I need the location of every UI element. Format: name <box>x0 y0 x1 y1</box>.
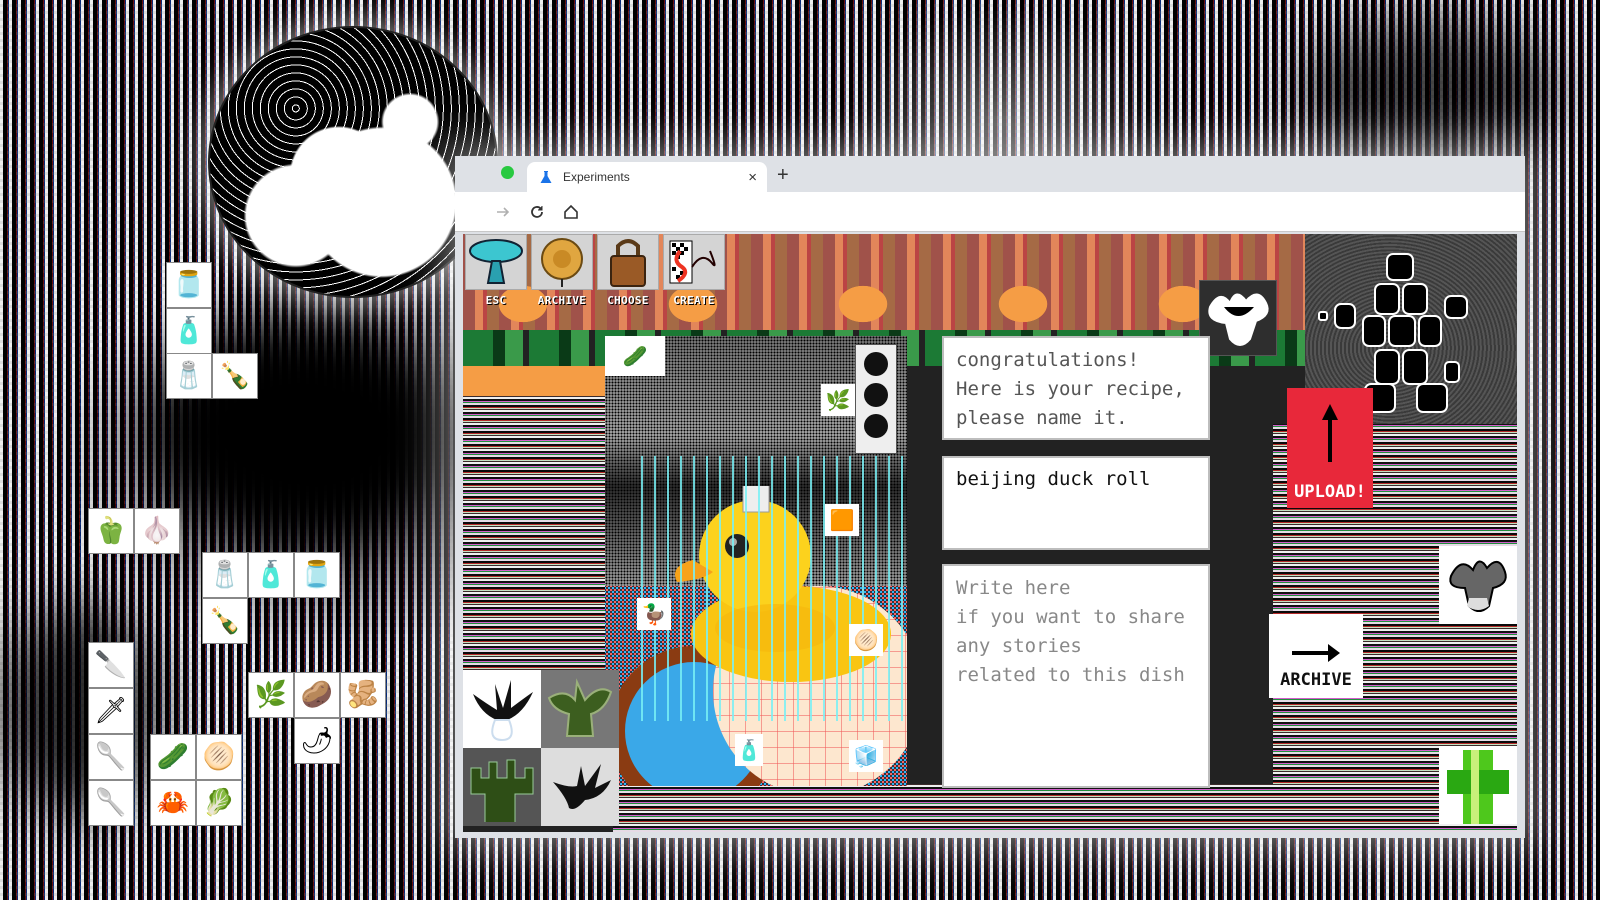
garlic-icon[interactable]: 🧄 <box>134 508 180 554</box>
archive-button[interactable]: ARCHIVE <box>1269 614 1363 698</box>
crab-icon[interactable]: 🦀 <box>150 780 196 826</box>
app-nav: ESC ARCHIVE CHOOSE CREATE <box>463 234 727 310</box>
salt-bag-icon[interactable]: 🧂 <box>166 353 212 399</box>
nav-archive-button[interactable]: ARCHIVE <box>529 234 595 310</box>
red-chili-icon[interactable]: 🌶 <box>294 718 340 764</box>
scallion-icon[interactable]: 🌿 <box>248 672 294 718</box>
dragon-card-icon <box>669 240 716 284</box>
pancake-icon[interactable]: 🫓 <box>849 624 883 656</box>
potato-icon[interactable]: 🥔 <box>294 672 340 718</box>
tab-strip: Experiments × + <box>455 156 1525 192</box>
recipe-collage: 🥒 🌿 🟧 🦆 🫓 🧴 🧊 <box>605 336 907 786</box>
flower-sketch-thumbnail[interactable] <box>1439 546 1517 624</box>
sauce-jar-icon[interactable]: 🫙 <box>166 262 212 308</box>
cucumber-icon[interactable]: 🥒 <box>150 734 196 780</box>
browser-window: Experiments × + ESC ARCHIVE CHOOSE CREAT… <box>455 156 1525 838</box>
story-placeholder-line: any stories <box>956 635 1082 657</box>
flower-sketch-icon <box>1449 560 1507 612</box>
oven-icon[interactable]: 🟧 <box>825 504 859 536</box>
cleaver-blade-icon[interactable]: 🗡 <box>88 688 134 734</box>
spatula-icon[interactable]: 🥄 <box>88 734 134 780</box>
oil-bottle-icon[interactable]: 🧴 <box>166 308 212 354</box>
pancake-icon[interactable]: 🫓 <box>196 734 242 780</box>
tab-title: Experiments <box>563 170 630 184</box>
bok-choy-icon[interactable]: 🥬 <box>196 780 242 826</box>
green-peppers-icon[interactable]: 🫑 <box>88 508 134 554</box>
nav-archive-label: ARCHIVE <box>537 294 587 307</box>
sauce-jar-icon[interactable]: 🫙 <box>294 552 340 598</box>
oil-bottle-icon[interactable]: 🧴 <box>735 734 763 766</box>
bok-choy-silhouette-icon <box>547 678 613 737</box>
flower-silhouette-icon <box>1208 293 1269 346</box>
congrats-line: congratulations! <box>956 349 1140 371</box>
nav-choose-button[interactable]: CHOOSE <box>595 234 661 310</box>
background-shadow <box>0 600 160 820</box>
story-textarea[interactable]: Write here if you want to share any stor… <box>942 564 1210 788</box>
congrats-line: Here is your recipe, <box>956 378 1185 400</box>
ladle-icon[interactable]: 🥄 <box>88 780 134 826</box>
ghost-figure-panel <box>1199 280 1277 356</box>
cucumber-icon[interactable]: 🥒 <box>605 336 665 376</box>
tab-experiments[interactable]: Experiments × <box>527 162 767 192</box>
green-figure-icon <box>1447 750 1509 824</box>
browser-toolbar <box>455 192 1525 232</box>
forward-button[interactable] <box>493 202 513 222</box>
reload-icon <box>531 205 543 218</box>
nav-choose-label: CHOOSE <box>607 294 649 307</box>
salt-bag-icon[interactable]: 🧂 <box>202 552 248 598</box>
story-placeholder-line: Write here <box>956 577 1071 599</box>
nav-create-label: CREATE <box>673 294 715 307</box>
right-arrow-icon <box>1292 644 1340 662</box>
lamp-icon <box>469 239 523 284</box>
background-shadow <box>1300 20 1560 160</box>
congrats-line: please name it. <box>956 407 1128 429</box>
close-tab-icon[interactable]: × <box>748 169 757 186</box>
pixel-cactus-icon <box>470 759 534 822</box>
congrats-message: congratulations! Here is your recipe, pl… <box>942 336 1210 440</box>
window-maximize-dot[interactable] <box>501 166 514 179</box>
home-icon <box>564 204 578 219</box>
plant-silhouette-icon <box>473 680 533 742</box>
green-figure-thumbnail[interactable] <box>1439 746 1517 824</box>
upload-label: UPLOAD! <box>1294 482 1366 502</box>
upload-button[interactable]: UPLOAD! <box>1287 388 1373 508</box>
up-arrow-icon <box>1322 404 1338 462</box>
nav-create-button[interactable]: CREATE <box>661 234 727 310</box>
recipe-name-input[interactable]: beijing duck roll <box>942 456 1210 550</box>
bottom-glitch-panel <box>613 784 1443 832</box>
page-viewport: ESC ARCHIVE CHOOSE CREATE 🥒 🌿 🟧 🦆 🫓 🧴 🧊 … <box>463 234 1517 832</box>
archive-label: ARCHIVE <box>1280 670 1352 690</box>
padlock-icon <box>610 239 646 287</box>
story-placeholder-line: related to this dish <box>956 664 1185 686</box>
nav-esc-button[interactable]: ESC <box>463 234 529 310</box>
duck-icon[interactable]: 🦆 <box>637 598 671 630</box>
left-glitch-panel <box>463 396 613 678</box>
nav-esc-label: ESC <box>485 294 507 307</box>
pixel-plant-thumbnail[interactable] <box>463 748 541 826</box>
flask-icon <box>540 171 552 183</box>
ginger-icon[interactable]: 🫚 <box>340 672 386 718</box>
oil-bottle-icon[interactable]: 🧴 <box>248 552 294 598</box>
inverted-plant-thumbnail[interactable] <box>463 670 541 748</box>
mooncake-icon <box>541 238 583 287</box>
home-button[interactable] <box>561 202 581 222</box>
green-plant-thumbnail[interactable] <box>541 670 619 748</box>
sugar-cubes-icon[interactable]: 🧊 <box>849 740 883 772</box>
ink-splash-icon <box>553 764 611 809</box>
cleaver-icon[interactable]: 🔪 <box>88 642 134 688</box>
scallion-icon[interactable]: 🌿 <box>821 384 855 416</box>
story-placeholder-line: if you want to share <box>956 606 1185 628</box>
ink-plant-thumbnail[interactable] <box>541 748 619 826</box>
forward-arrow-icon <box>497 206 510 217</box>
header-orange-strip <box>463 366 613 396</box>
new-tab-button[interactable]: + <box>777 164 789 187</box>
reload-button[interactable] <box>527 202 547 222</box>
stove-knobs <box>855 344 897 454</box>
soy-sauce-bottle-icon[interactable]: 🍾 <box>202 598 248 644</box>
soy-sauce-bottle-icon[interactable]: 🍾 <box>212 353 258 399</box>
